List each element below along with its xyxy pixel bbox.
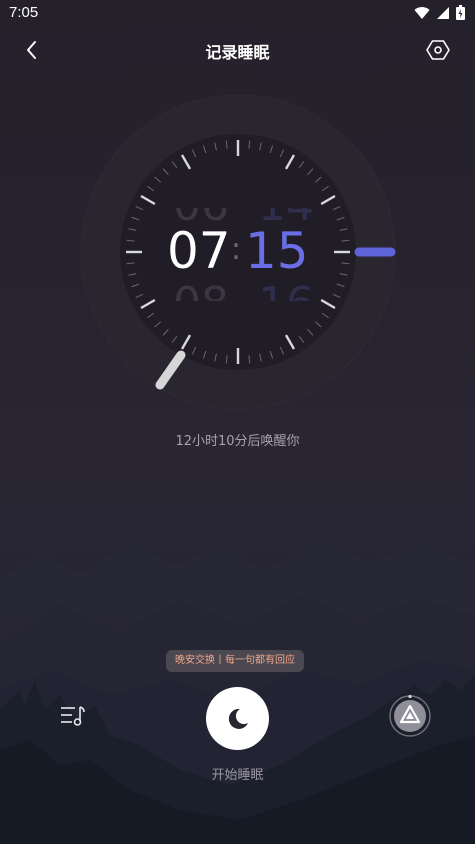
status-time: 7:05 [9,4,39,21]
header: 记录睡眠 [0,30,475,70]
minute-value[interactable]: 15 [245,222,309,280]
time-separator: : [231,232,242,267]
signal-icon [437,6,449,19]
mode-button[interactable] [388,694,432,738]
wake-countdown: 12小时10分后唤醒你 [175,434,300,449]
playlist-music-icon [61,706,85,726]
playlist-button[interactable] [58,704,88,728]
mountain-background [0,538,475,844]
hexagon-settings-icon [426,40,450,60]
moon-icon [228,708,248,729]
time-display[interactable]: 06 14 07 : 15 08 16 [163,190,314,310]
start-sleep-button[interactable] [206,687,269,750]
start-sleep-label: 开始睡眠 [211,768,264,783]
page-title: 记录睡眠 [205,43,270,62]
status-icons [414,5,465,20]
wifi-icon [414,6,430,19]
battery-icon [456,5,465,20]
settings-button[interactable] [425,37,451,63]
status-bar: 7:05 [0,0,475,28]
tip-banner[interactable]: 晚安交换丨每一句都有回应 [166,650,304,672]
hour-value[interactable]: 07 [167,222,231,280]
triangle-logo-icon [389,694,431,737]
